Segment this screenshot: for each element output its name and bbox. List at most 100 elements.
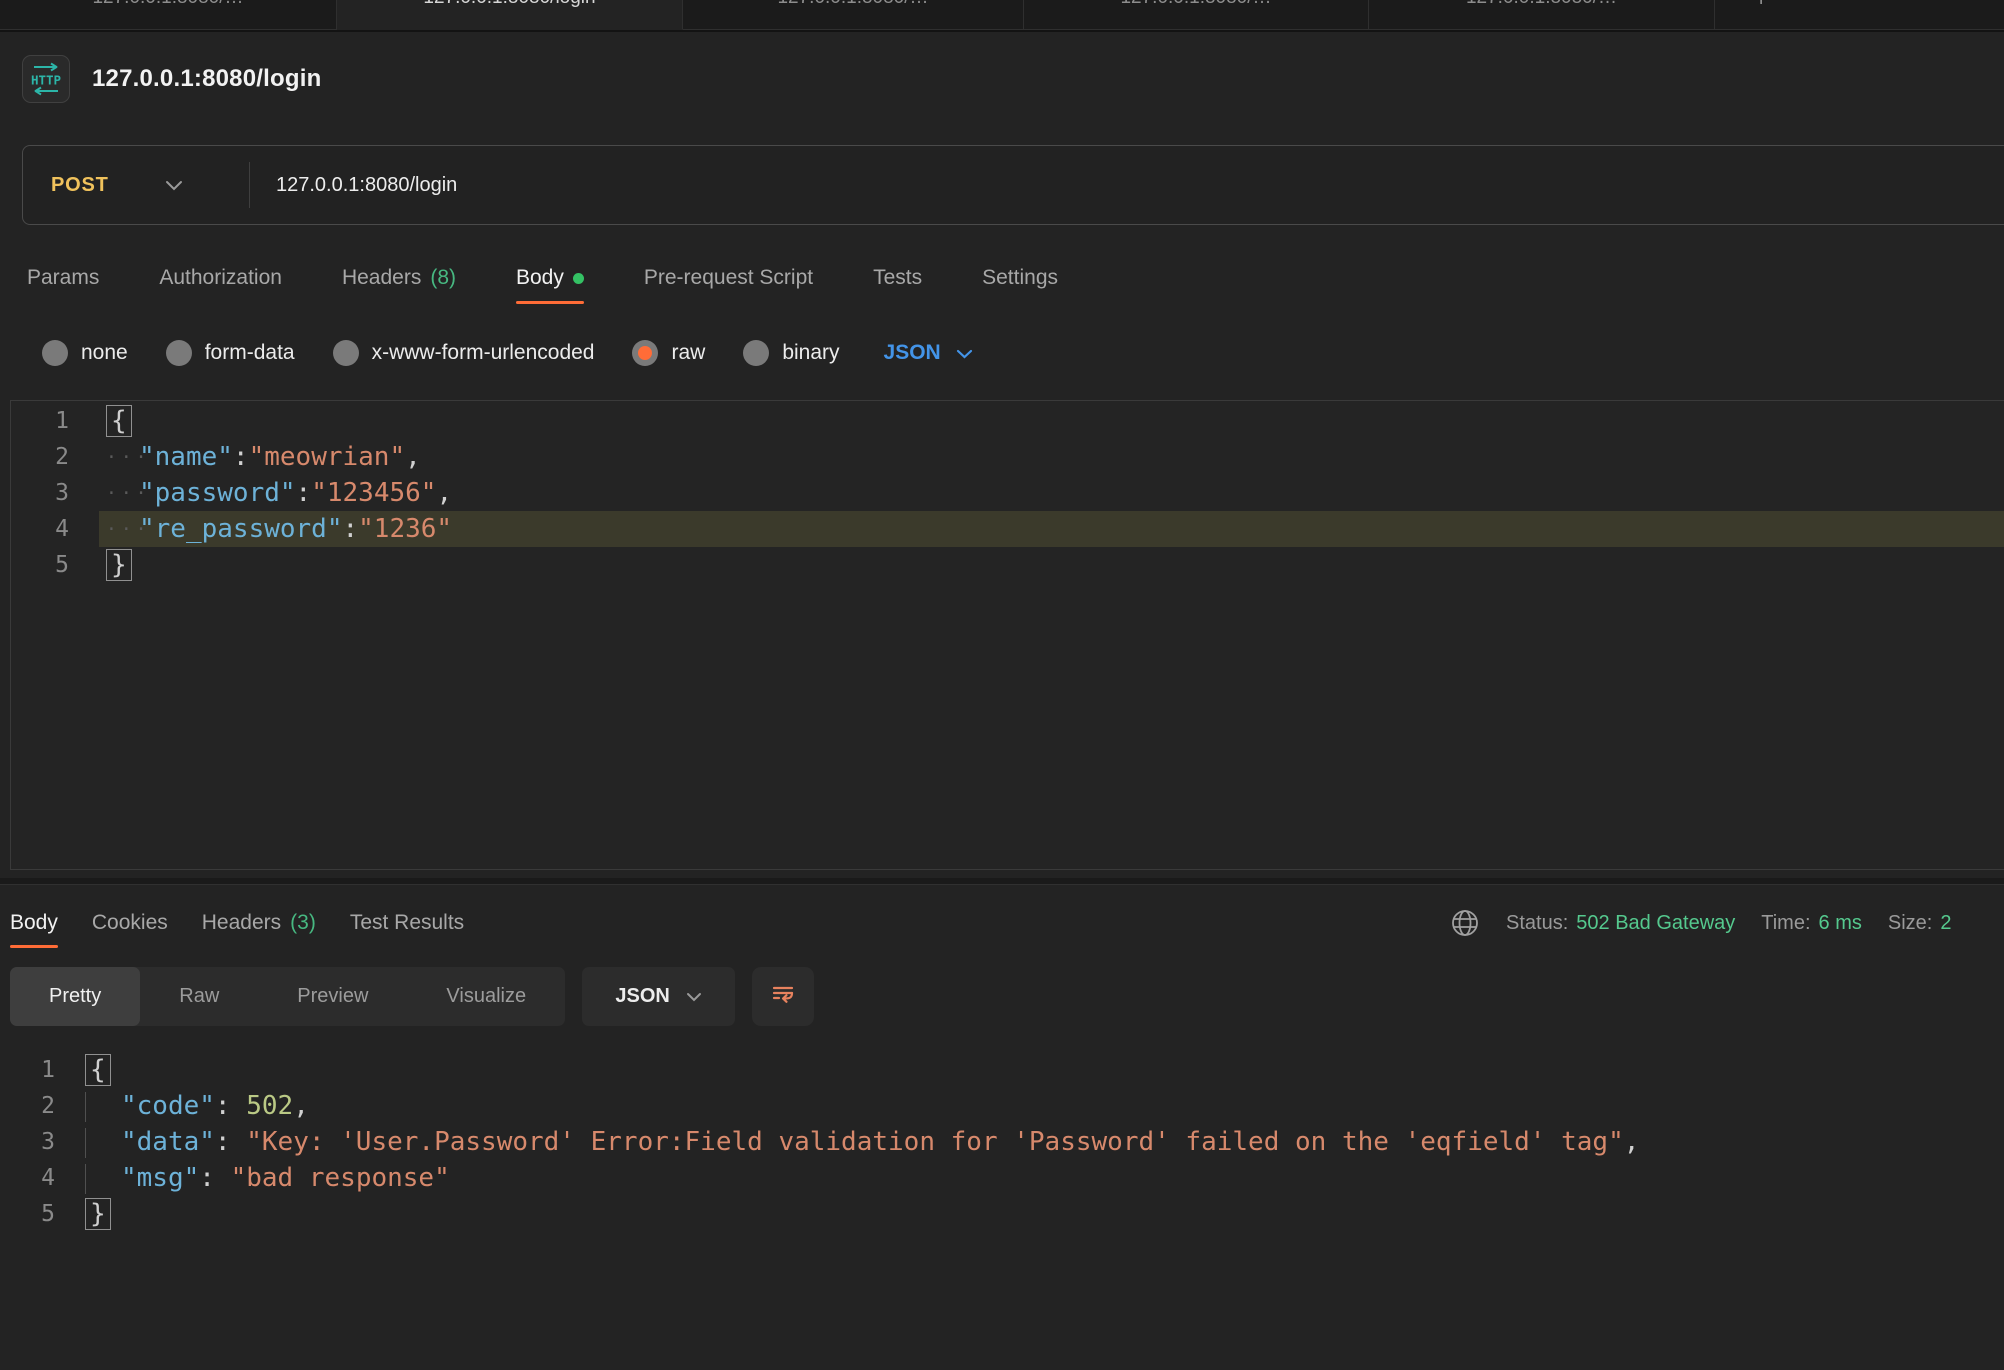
view-toggle-raw[interactable]: Raw [140, 967, 258, 1026]
radio-icon [333, 340, 359, 366]
code-text: "data": "Key: 'User.Password' Error:Fiel… [70, 1124, 2004, 1160]
line-number: 2 [11, 439, 99, 475]
response-tab-cookies[interactable]: Cookies [92, 898, 168, 948]
top-tab-3[interactable]: 127.0.0.1:8080/… [683, 0, 1024, 30]
tab-label: Body [10, 911, 58, 935]
token: , [1624, 1127, 1640, 1157]
tab-label: Headers [342, 266, 421, 290]
code-text: { [99, 403, 2004, 439]
method-select[interactable]: POST [23, 162, 250, 208]
code-line[interactable]: 2"code": 502, [0, 1088, 2004, 1124]
code-line[interactable]: 5} [0, 1196, 2004, 1232]
line-number: 4 [11, 511, 99, 547]
radio-icon [632, 340, 658, 366]
method-label: POST [51, 174, 109, 197]
request-tab-headers[interactable]: Headers(8) [342, 252, 456, 304]
pane-splitter[interactable] [0, 878, 2004, 885]
time-label: Time: [1761, 912, 1810, 935]
tab-label: Tests [873, 266, 922, 290]
token: "password" [139, 478, 296, 508]
code-text: } [70, 1196, 2004, 1232]
response-tab-test-results[interactable]: Test Results [350, 898, 464, 948]
code-line[interactable]: 1{ [11, 403, 2004, 439]
top-tab-1[interactable]: 127.0.0.1:8080/… [0, 0, 337, 30]
request-tab-tests[interactable]: Tests [873, 252, 922, 304]
request-body-editor[interactable]: 1{2···"name":"meowrian",3···"password":"… [10, 400, 2004, 870]
token: "1236" [358, 514, 452, 544]
view-toggle-visualize[interactable]: Visualize [407, 967, 565, 1026]
status-badge[interactable]: 502 Bad Gateway [1576, 912, 1735, 935]
radio-label: raw [671, 341, 705, 365]
top-tab-5[interactable]: 127.0.0.1:8080/… [1369, 0, 1715, 30]
whitespace-dots: ··· [106, 476, 139, 512]
size-value[interactable]: 2 [1940, 912, 1951, 935]
token: 502 [246, 1091, 293, 1121]
request-tab-authorization[interactable]: Authorization [159, 252, 282, 304]
tab-count-badge: (3) [290, 911, 316, 935]
whitespace-dots: ··· [106, 512, 139, 548]
radio-label: none [81, 341, 128, 365]
response-toolbar: PrettyRawPreviewVisualize JSON [10, 967, 814, 1026]
time-value[interactable]: 6 ms [1819, 912, 1862, 935]
http-badge-text: HTTP [31, 73, 61, 88]
url-bar: POST 127.0.0.1:8080/login [22, 145, 2004, 225]
view-toggle-pretty[interactable]: Pretty [10, 967, 140, 1026]
token: } [106, 549, 132, 581]
code-line[interactable]: 3"data": "Key: 'User.Password' Error:Fie… [0, 1124, 2004, 1160]
token: "bad response" [231, 1163, 450, 1193]
tab-label: Params [27, 266, 99, 290]
line-number: 3 [11, 475, 99, 511]
request-section-tabs: Params Authorization Headers(8) Body Pre-req… [27, 252, 1058, 304]
request-tab-params[interactable]: Params [27, 252, 99, 304]
top-tab-label: 127.0.0.1:8080/… [92, 0, 243, 9]
response-view-toggle: PrettyRawPreviewVisualize [10, 967, 565, 1026]
indent-guide [85, 1092, 121, 1122]
body-type-radio-raw[interactable]: raw [632, 340, 705, 366]
top-tab-2[interactable]: 127.0.0.1:8080/login [337, 0, 683, 30]
body-type-radio-x-www-form-urlencoded[interactable]: x-www-form-urlencoded [333, 340, 595, 366]
status-label: Status: [1506, 912, 1568, 935]
line-number: 1 [11, 403, 99, 439]
code-line[interactable]: 5} [11, 547, 2004, 583]
response-body-viewer[interactable]: 1{2"code": 502,3"data": "Key: 'User.Pass… [0, 1052, 2004, 1232]
token: "code" [121, 1091, 215, 1121]
size-label: Size: [1888, 912, 1932, 935]
indent-guide [85, 1128, 121, 1158]
token: "meowrian" [249, 442, 406, 472]
body-format-select[interactable]: JSON [884, 341, 973, 365]
tab-label: Cookies [92, 911, 168, 935]
body-type-radio-form-data[interactable]: form-data [166, 340, 295, 366]
response-meta: Status: 502 Bad Gateway Time: 6 ms Size:… [1448, 898, 2004, 948]
code-text: } [99, 547, 2004, 583]
code-line[interactable]: 4"msg": "bad response" [0, 1160, 2004, 1196]
code-text: "msg": "bad response" [70, 1160, 2004, 1196]
radio-icon [743, 340, 769, 366]
body-type-radio-binary[interactable]: binary [743, 340, 839, 366]
wrap-text-button[interactable] [752, 967, 814, 1026]
body-format-label: JSON [884, 341, 941, 365]
new-tab-button[interactable]: + [1715, 0, 2004, 30]
token: } [85, 1198, 111, 1230]
request-tab-pre-request-script[interactable]: Pre-request Script [644, 252, 813, 304]
top-tab-4[interactable]: 127.0.0.1:8080/… [1024, 0, 1369, 30]
response-tab-body[interactable]: Body [10, 898, 58, 948]
token: "123456" [311, 478, 436, 508]
line-number: 1 [0, 1052, 70, 1088]
tab-label: Authorization [159, 266, 282, 290]
code-line[interactable]: 2···"name":"meowrian", [11, 439, 2004, 475]
response-tab-headers[interactable]: Headers(3) [202, 898, 316, 948]
response-format-select[interactable]: JSON [582, 967, 735, 1026]
tab-label: Body [516, 266, 564, 290]
tab-label: Pre-request Script [644, 266, 813, 290]
request-header: HTTP 127.0.0.1:8080/login [22, 55, 321, 103]
code-line[interactable]: 3···"password":"123456", [11, 475, 2004, 511]
body-type-radio-none[interactable]: none [42, 340, 128, 366]
http-method-icon: HTTP [22, 55, 70, 103]
url-input[interactable]: 127.0.0.1:8080/login [250, 174, 457, 197]
code-line[interactable]: 4···"re_password":"1236" [11, 511, 2004, 547]
code-line[interactable]: 1{ [0, 1052, 2004, 1088]
request-tab-settings[interactable]: Settings [982, 252, 1058, 304]
request-tab-body[interactable]: Body [516, 252, 584, 304]
view-toggle-preview[interactable]: Preview [258, 967, 407, 1026]
token: : [233, 442, 249, 472]
